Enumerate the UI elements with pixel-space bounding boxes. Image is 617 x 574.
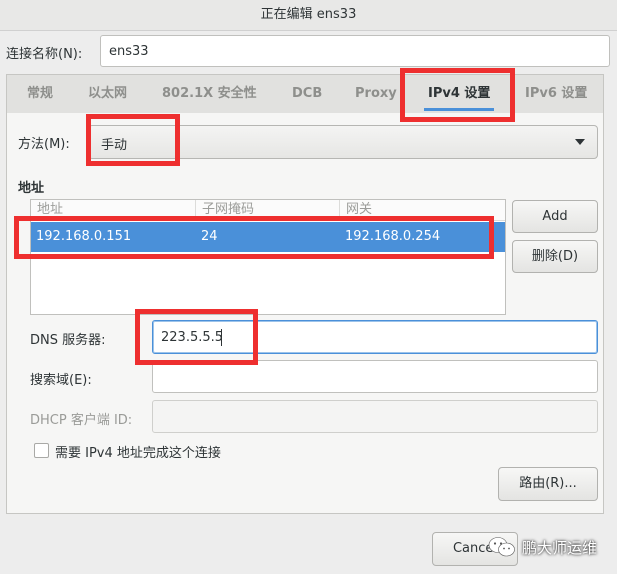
dns-servers-input[interactable]: 223.5.5.5 <box>152 320 598 354</box>
add-address-button[interactable]: Add <box>512 200 598 233</box>
dns-servers-label: DNS 服务器: <box>30 333 106 348</box>
connection-name-label: 连接名称(N): <box>6 47 83 62</box>
search-domains-input[interactable] <box>152 360 598 393</box>
tab-8021x-security[interactable]: 802.1X 安全性 <box>162 75 257 113</box>
tab-proxy[interactable]: Proxy <box>355 75 397 113</box>
dropdown-arrow-icon <box>575 139 585 145</box>
settings-tabbar: 常规 以太网 802.1X 安全性 DCB Proxy IPv4 设置 IPv6… <box>6 74 604 114</box>
method-label: 方法(M): <box>18 137 70 152</box>
addresses-table[interactable]: 地址 子网掩码 网关 192.168.0.151 24 192.168.0.25… <box>30 199 506 315</box>
tab-ethernet[interactable]: 以太网 <box>88 75 127 113</box>
cell-address[interactable]: 192.168.0.151 <box>36 222 131 252</box>
column-header-gateway[interactable]: 网关 <box>340 200 505 220</box>
window-titlebar: 正在编辑 ens33 <box>0 0 617 31</box>
connection-name-value: ens33 <box>109 43 149 59</box>
search-domains-label: 搜索域(E): <box>30 373 92 388</box>
addresses-table-header: 地址 子网掩码 网关 <box>31 200 505 221</box>
cell-netmask[interactable]: 24 <box>201 222 218 252</box>
dns-servers-value: 223.5.5.5 <box>161 329 224 345</box>
tab-dcb[interactable]: DCB <box>292 75 322 113</box>
dhcp-client-id-input <box>152 400 598 433</box>
table-row[interactable]: 192.168.0.151 24 192.168.0.254 <box>31 222 505 252</box>
column-header-address[interactable]: 地址 <box>31 200 196 220</box>
watermark: 鹏大师运维 <box>488 530 597 564</box>
connection-name-input[interactable]: ens33 <box>100 35 610 67</box>
require-ipv4-label[interactable]: 需要 IPv4 地址完成这个连接 <box>55 442 221 461</box>
window-title: 正在编辑 ens33 <box>260 7 357 22</box>
wechat-icon <box>488 537 515 557</box>
cell-gateway[interactable]: 192.168.0.254 <box>345 222 440 252</box>
tab-ipv4-settings[interactable]: IPv4 设置 <box>423 75 495 113</box>
method-value: 手动 <box>101 138 128 153</box>
watermark-text: 鹏大师运维 <box>522 538 598 557</box>
column-header-netmask[interactable]: 子网掩码 <box>196 200 340 220</box>
method-dropdown[interactable]: 手动 <box>88 125 598 159</box>
tab-general[interactable]: 常规 <box>27 75 53 113</box>
tab-ipv6-settings[interactable]: IPv6 设置 <box>525 75 587 113</box>
delete-address-button[interactable]: 删除(D) <box>512 240 598 273</box>
dhcp-client-id-label: DHCP 客户端 ID: <box>30 413 133 428</box>
addresses-section-label: 地址 <box>18 181 45 196</box>
require-ipv4-checkbox[interactable] <box>34 443 49 458</box>
text-cursor <box>221 329 222 346</box>
routes-button[interactable]: 路由(R)... <box>498 467 598 501</box>
